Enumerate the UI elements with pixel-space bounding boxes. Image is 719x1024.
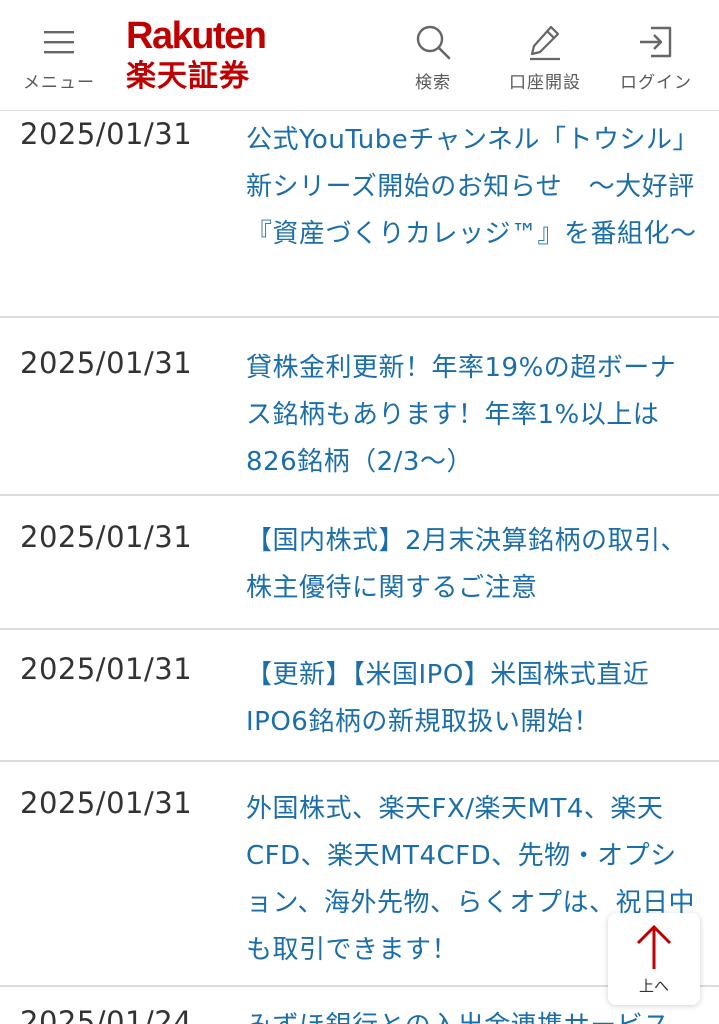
news-date: 2025/01/31 [20,520,193,554]
news-item: 2025/01/31 公式YouTubeチャンネル「トウシル」新シリーズ開始のお… [0,111,719,318]
logo-text-ja: 楽天証券 [126,59,250,94]
logo-text-en: Rakuten [126,15,267,57]
news-date: 2025/01/31 [20,117,193,151]
menu-button[interactable]: メニュー [18,0,100,111]
news-title-link[interactable]: 【国内株式】2月末決算銘柄の取引、株主優待に関するご注意 [246,518,698,612]
search-label: 検索 [415,73,451,93]
site-header: メニュー Rakuten 楽天証券 検索 口座開設 ログイン [0,0,719,111]
menu-label: メニュー [23,73,95,93]
login-icon [637,20,675,64]
news-date: 2025/01/31 [20,786,193,820]
news-list: 2025/01/31 公式YouTubeチャンネル「トウシル」新シリーズ開始のお… [0,111,719,1024]
news-title-link[interactable]: 公式YouTubeチャンネル「トウシル」新シリーズ開始のお知らせ ～大好評『資産… [246,117,698,258]
open-account-label: 口座開設 [509,73,581,93]
search-icon [414,20,452,64]
back-to-top-label: 上へ [638,977,669,995]
news-date: 2025/01/31 [20,652,193,686]
news-title-link[interactable]: 【更新】【米国IPO】米国株式直近IPO6銘柄の新規取扱い開始！ [246,652,698,746]
news-item: 2025/01/31 貸株金利更新！年率19%の超ボーナス銘柄もあります！年率1… [0,318,719,496]
news-date: 2025/01/24 [20,1005,193,1024]
news-title-link[interactable]: 貸株金利更新！年率19%の超ボーナス銘柄もあります！年率1%以上は826銘柄（2… [246,345,698,486]
news-item: 2025/01/31 【国内株式】2月末決算銘柄の取引、株主優待に関するご注意 [0,496,719,630]
news-item: 2025/01/31 【更新】【米国IPO】米国株式直近IPO6銘柄の新規取扱い… [0,630,719,762]
pencil-icon [527,20,563,64]
news-title-link[interactable]: みずほ銀行との入出金連携サービス [246,1003,698,1024]
hamburger-icon [42,20,76,64]
login-button[interactable]: ログイン [614,0,698,111]
open-account-button[interactable]: 口座開設 [500,0,590,111]
login-label: ログイン [620,73,692,93]
news-date: 2025/01/31 [20,346,193,380]
page: メニュー Rakuten 楽天証券 検索 口座開設 ログイン 2025/01/3… [0,0,719,1024]
back-to-top-button[interactable]: 上へ [608,913,700,1005]
arrow-up-icon [634,923,674,973]
search-button[interactable]: 検索 [396,0,470,111]
rakuten-securities-logo[interactable]: Rakuten 楽天証券 [126,14,272,100]
